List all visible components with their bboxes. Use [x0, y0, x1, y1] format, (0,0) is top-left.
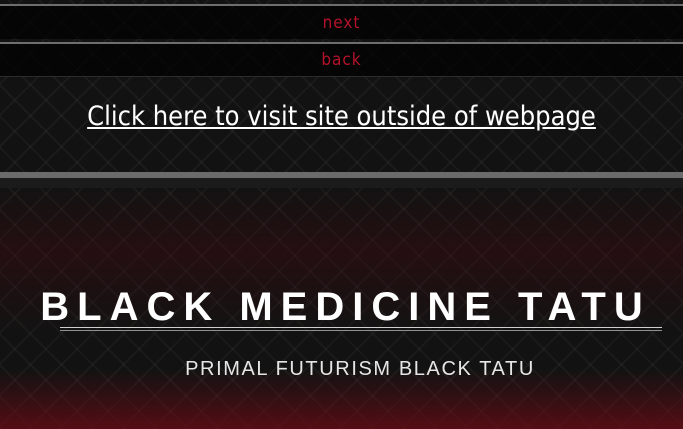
external-site-link[interactable]: Click here to visit site outside of webp…	[0, 96, 683, 138]
back-nav-bar: back	[0, 42, 683, 77]
next-link[interactable]: next	[323, 13, 361, 33]
title-divider	[60, 327, 662, 331]
navigation-section: next back Click here to visit site outsi…	[0, 0, 683, 172]
next-nav-bar: next	[0, 4, 683, 39]
back-link[interactable]: back	[321, 50, 361, 70]
hero-banner: BLACK MEDICINE TATU PRIMAL FUTURISM BLAC…	[0, 188, 683, 429]
site-subtitle: PRIMAL FUTURISM BLACK TATU	[185, 358, 535, 380]
section-divider-shadow	[0, 178, 683, 188]
page: next back Click here to visit site outsi…	[0, 0, 683, 429]
site-title: BLACK MEDICINE TATU	[40, 284, 651, 329]
